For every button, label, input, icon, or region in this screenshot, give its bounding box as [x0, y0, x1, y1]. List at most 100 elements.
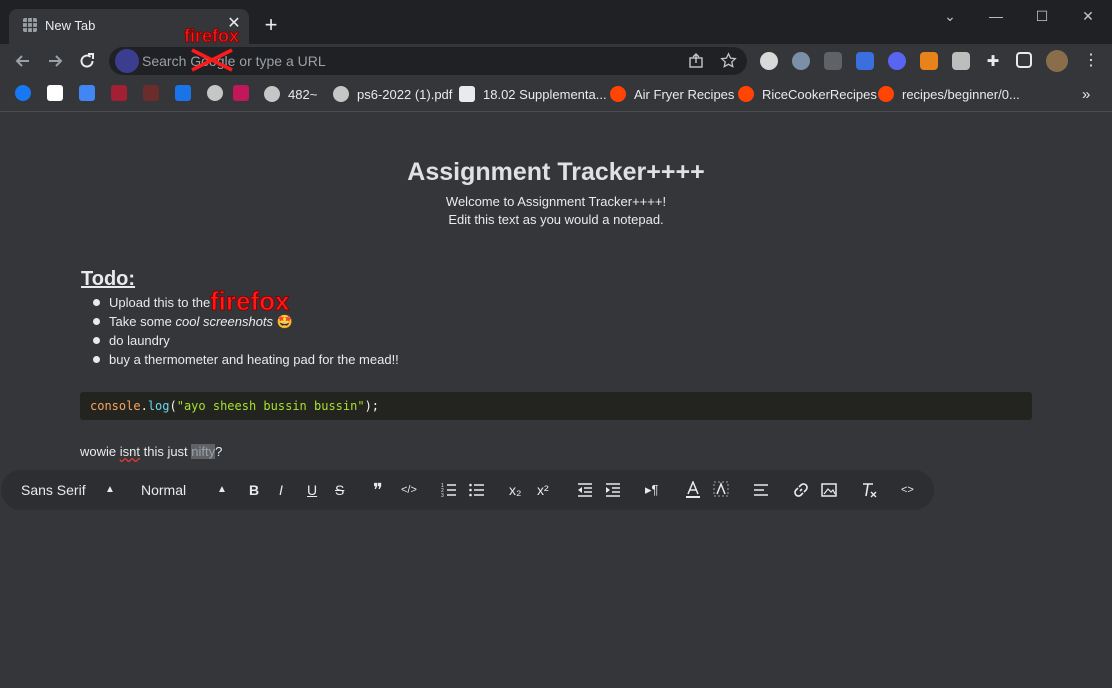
font-select[interactable]: Sans Serif	[21, 480, 86, 500]
text: ?	[215, 444, 223, 459]
list-item[interactable]: buy a thermometer and heating pad for th…	[93, 350, 399, 369]
red-cross-mark-icon	[191, 48, 233, 72]
metamask-fox-icon[interactable]	[920, 52, 938, 70]
highlighted-word: nifty	[191, 444, 216, 459]
todo-text: Upload this to the	[109, 295, 211, 310]
side-panel-icon[interactable]	[1016, 52, 1032, 68]
misspelled-word: isnt	[119, 444, 140, 459]
bookmarks-bar: 482~ ps6-2022 (1).pdf 18.02 Supplementa.…	[0, 78, 1112, 112]
bookmark-482[interactable]: 482~	[264, 85, 317, 103]
gmail-icon[interactable]	[47, 85, 63, 101]
bookmark-ps6[interactable]: ps6-2022 (1).pdf	[333, 85, 452, 103]
chevron-updown-icon[interactable]: ▲	[217, 480, 227, 500]
italic-button[interactable]: I	[279, 480, 283, 500]
todo-text: buy a thermometer and heating pad for th…	[109, 352, 399, 367]
clear-format-icon[interactable]	[861, 482, 877, 498]
bookmark-label: ps6-2022 (1).pdf	[357, 86, 453, 102]
link-icon[interactable]	[793, 482, 809, 498]
code-button[interactable]: </>	[401, 480, 417, 500]
outdent-icon[interactable]	[577, 482, 593, 498]
firefox-overlay-label: firefox	[183, 26, 240, 47]
indent-icon[interactable]	[605, 482, 621, 498]
size-select-value: Normal	[141, 482, 187, 498]
new-tab-button[interactable]: +	[260, 14, 282, 36]
ordered-list-icon[interactable]: 123	[441, 482, 457, 498]
floppy-icon[interactable]	[233, 85, 249, 101]
canvas-bookmark-icon[interactable]	[143, 85, 159, 101]
extension-blue-icon[interactable]	[856, 52, 874, 70]
grid-icon	[23, 18, 37, 32]
font-select-value: Sans Serif	[21, 482, 86, 498]
mit-icon	[459, 86, 475, 102]
text-color-icon[interactable]	[685, 481, 701, 499]
puzzle-extensions-icon[interactable]: ✚	[984, 52, 1002, 70]
svg-text:3: 3	[441, 493, 444, 498]
mit-bookmark-icon[interactable]	[111, 85, 127, 101]
close-window-button[interactable]: ✕	[1065, 4, 1111, 28]
superscript-button[interactable]: x²	[537, 480, 549, 500]
source-code-button[interactable]: <>	[901, 480, 914, 500]
blockquote-button[interactable]: ❞	[373, 480, 383, 500]
background-color-icon[interactable]	[713, 481, 729, 499]
profile-globe-icon	[115, 49, 139, 73]
align-left-icon[interactable]	[753, 482, 769, 498]
bookmark-1802[interactable]: 18.02 Supplementa...	[459, 85, 607, 103]
todo-text: do laundry	[109, 333, 170, 348]
code-token: "ayo sheesh bussin bussin"	[176, 399, 365, 413]
bookmark-rice-cooker[interactable]: RiceCookerRecipes	[738, 85, 877, 103]
bookmark-label: recipes/beginner/0...	[902, 86, 1020, 102]
code-token: (	[169, 399, 177, 413]
wowie-line[interactable]: wowie isnt this just nifty?	[80, 444, 222, 459]
calendar-icon[interactable]	[79, 85, 95, 101]
ublock-shield-icon[interactable]	[824, 52, 842, 70]
minimize-button[interactable]: —	[973, 4, 1019, 28]
editor-toolbar: Sans Serif ▲ Normal ▲ B I U S ❞ </> 123 …	[1, 470, 934, 510]
globe-icon	[333, 86, 349, 102]
page-title: Assignment Tracker++++	[407, 158, 705, 186]
todo-text: Take some	[109, 314, 176, 329]
bookmark-star-icon[interactable]	[720, 52, 737, 69]
bookmark-label: 18.02 Supplementa...	[483, 86, 607, 102]
bookmark-air-fryer[interactable]: Air Fryer Recipes	[610, 85, 734, 103]
reddit-icon	[878, 86, 894, 102]
maximize-button[interactable]: ☐	[1019, 4, 1065, 28]
reload-icon[interactable]	[77, 51, 97, 71]
reddit-icon	[610, 86, 626, 102]
code-token: );	[364, 399, 380, 413]
code-block[interactable]: console.log("ayo sheesh bussin bussin");	[80, 392, 1032, 420]
facebook-icon[interactable]	[15, 85, 31, 101]
more-bookmarks-chevron-icon[interactable]: »	[1082, 85, 1090, 103]
share-icon[interactable]	[688, 53, 704, 69]
tab-title: New Tab	[45, 18, 96, 33]
globe-icon	[264, 86, 280, 102]
strike-button[interactable]: S	[335, 480, 344, 500]
globe-icon[interactable]	[207, 85, 223, 101]
extension-page-icon[interactable]	[952, 52, 970, 70]
avatar[interactable]	[1046, 50, 1068, 72]
discord-icon[interactable]	[888, 52, 906, 70]
bookmark-label: RiceCookerRecipes	[762, 86, 877, 102]
image-icon[interactable]	[821, 482, 837, 498]
page-content: Assignment Tracker++++ Welcome to Assign…	[0, 112, 1112, 688]
forward-arrow-icon[interactable]	[45, 51, 65, 71]
extension-glasses-icon[interactable]	[792, 52, 810, 70]
bullet-list-icon[interactable]	[469, 482, 485, 498]
text: this just	[139, 444, 192, 459]
chart-bookmark-icon[interactable]	[175, 85, 191, 101]
more-menu-icon[interactable]: ⋮	[1082, 52, 1100, 70]
list-item[interactable]: do laundry	[93, 331, 399, 350]
browser-toolbar: ✚ ⋮	[0, 44, 1112, 78]
bookmark-label: 482~	[288, 86, 318, 102]
size-select[interactable]: Normal	[141, 480, 186, 500]
text: wowie	[80, 444, 120, 459]
text-direction-button[interactable]: ▸¶	[645, 480, 659, 500]
back-arrow-icon[interactable]	[13, 51, 33, 71]
bold-button[interactable]: B	[249, 480, 259, 500]
extension-bot-icon[interactable]	[760, 52, 778, 70]
chevron-updown-icon[interactable]: ▲	[105, 480, 115, 500]
bookmark-recipes-beginner[interactable]: recipes/beginner/0...	[878, 85, 1020, 103]
underline-button[interactable]: U	[307, 480, 317, 500]
subscript-button[interactable]: x₂	[509, 480, 521, 500]
tab-search-icon[interactable]: ⌄	[927, 4, 973, 28]
reddit-icon	[738, 86, 754, 102]
